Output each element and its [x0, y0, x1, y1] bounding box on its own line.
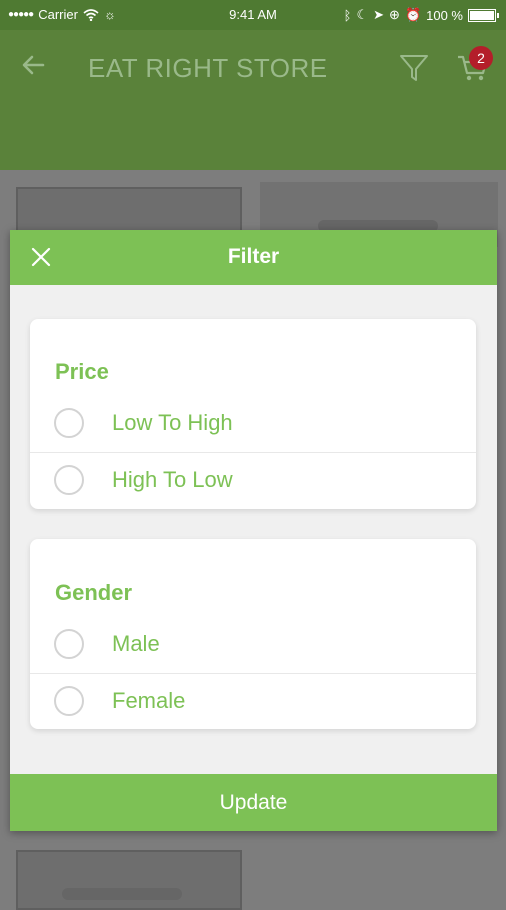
price-section: Price Low To High High To Low	[30, 319, 476, 509]
option-high-to-low[interactable]: High To Low	[30, 453, 476, 509]
bluetooth-icon: ᛒ	[343, 7, 352, 23]
radio-circle-icon[interactable]	[54, 629, 84, 659]
app-title: EAT RIGHT STORE	[88, 53, 328, 83]
filter-dialog: Filter Price Low To High High To Low Gen…	[10, 230, 497, 831]
cart-count-badge: 2	[469, 46, 493, 70]
location-icon: ➤	[373, 7, 385, 22]
gender-section: Gender Male Female	[30, 539, 476, 729]
option-low-to-high[interactable]: Low To High	[30, 396, 476, 452]
radio-circle-icon[interactable]	[54, 686, 84, 716]
option-label: Low To High	[112, 410, 233, 435]
section-title-price: Price	[55, 359, 109, 384]
radio-circle-icon[interactable]	[54, 465, 84, 495]
status-right: ᛒ ☾ ➤ ⊕ ⏰ 100 %	[343, 7, 499, 23]
filter-dialog-header: Filter	[10, 230, 497, 285]
option-male[interactable]: Male	[30, 617, 476, 673]
app-bar: EAT RIGHT STORE	[0, 30, 506, 170]
option-female[interactable]: Female	[30, 674, 476, 730]
filter-dialog-title: Filter	[227, 245, 280, 268]
update-button[interactable]: Update	[10, 774, 497, 831]
section-title-gender: Gender	[55, 580, 133, 605]
option-label: Female	[112, 688, 186, 713]
battery-percent: 100 %	[426, 7, 463, 23]
filter-icon[interactable]	[398, 52, 430, 84]
battery-icon	[468, 8, 499, 22]
product-thumb-bg	[62, 888, 182, 900]
option-label: Male	[112, 631, 160, 656]
product-card-bg	[16, 850, 242, 910]
status-bar: ●●●●● Carrier ☼ 9:41 AM ᛒ ☾ ➤ ⊕ ⏰ 100 %	[0, 0, 506, 30]
alarm-icon: ⏰	[404, 7, 422, 22]
back-arrow-icon[interactable]	[18, 50, 48, 80]
radio-circle-icon[interactable]	[54, 408, 84, 438]
option-label: High To Low	[112, 467, 233, 492]
moon-icon: ☾	[356, 7, 369, 22]
lock-rotation-icon: ⊕	[389, 7, 400, 22]
